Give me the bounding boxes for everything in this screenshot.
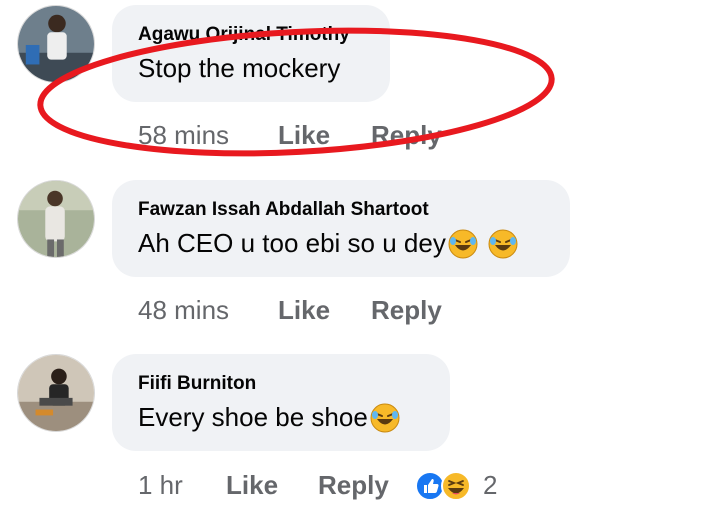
- like-button[interactable]: Like: [278, 120, 330, 151]
- comment-text: Ah CEO u too ebi so u dey: [138, 228, 446, 258]
- like-button[interactable]: Like: [278, 295, 330, 326]
- laughing-emoji-icon: [370, 403, 400, 433]
- reply-button[interactable]: Reply: [371, 120, 442, 151]
- avatar[interactable]: [17, 5, 95, 83]
- comment-text-row: Ah CEO u too ebi so u dey: [138, 228, 518, 259]
- comment-thread: Agawu Orijinal Timothy Stop the mockery …: [0, 0, 720, 513]
- comment-author[interactable]: Fawzan Issah Abdallah Shartoot: [138, 199, 429, 221]
- comment-timestamp[interactable]: 48 mins: [138, 295, 229, 326]
- comment-author[interactable]: Fiifi Burniton: [138, 373, 256, 395]
- reaction-summary[interactable]: 2: [415, 470, 497, 501]
- reaction-count: 2: [483, 470, 498, 500]
- avatar[interactable]: [17, 180, 95, 258]
- avatar[interactable]: [17, 354, 95, 432]
- comment-text: Stop the mockery: [138, 53, 341, 83]
- haha-reaction-icon: [441, 470, 471, 501]
- comment-timestamp[interactable]: 1 hr: [138, 470, 183, 501]
- reply-button[interactable]: Reply: [371, 295, 442, 326]
- comment-text: Every shoe be shoe: [138, 402, 368, 432]
- comment-timestamp[interactable]: 58 mins: [138, 120, 229, 151]
- reply-button[interactable]: Reply: [318, 470, 389, 501]
- laughing-emoji-icon: [488, 229, 518, 259]
- laughing-emoji-icon: [448, 229, 478, 259]
- comment-text-row: Every shoe be shoe: [138, 402, 400, 433]
- comment-author[interactable]: Agawu Orijinal Timothy: [138, 24, 350, 46]
- like-button[interactable]: Like: [226, 470, 278, 501]
